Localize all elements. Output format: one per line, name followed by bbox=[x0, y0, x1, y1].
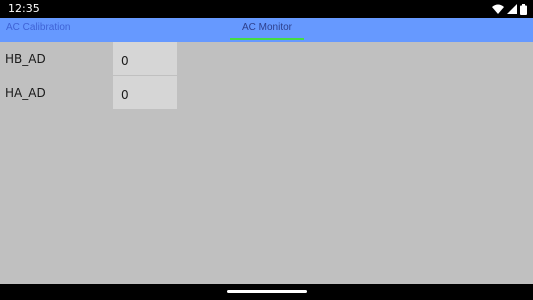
status-time: 12:35 bbox=[8, 2, 40, 15]
battery-icon bbox=[520, 3, 527, 15]
navigation-bar bbox=[0, 284, 533, 300]
selected-tab-indicator bbox=[230, 38, 304, 40]
wifi-icon bbox=[492, 4, 504, 14]
ha-ad-label: HA_AD bbox=[5, 86, 46, 100]
hb-ad-value-field[interactable]: 0 bbox=[113, 42, 177, 75]
tab-ac-calibration[interactable]: AC Calibration bbox=[6, 18, 70, 42]
app-screen: 12:35 AC Calibration AC Monitor HB_AD 0 … bbox=[0, 0, 533, 300]
signal-icon bbox=[507, 4, 517, 14]
home-gesture-handle[interactable] bbox=[227, 290, 307, 293]
tab-bar: AC Calibration AC Monitor bbox=[0, 18, 533, 42]
status-bar: 12:35 bbox=[0, 0, 533, 18]
hb-ad-label: HB_AD bbox=[5, 52, 46, 66]
ha-ad-value-field[interactable]: 0 bbox=[113, 76, 177, 109]
status-icons bbox=[492, 3, 527, 15]
